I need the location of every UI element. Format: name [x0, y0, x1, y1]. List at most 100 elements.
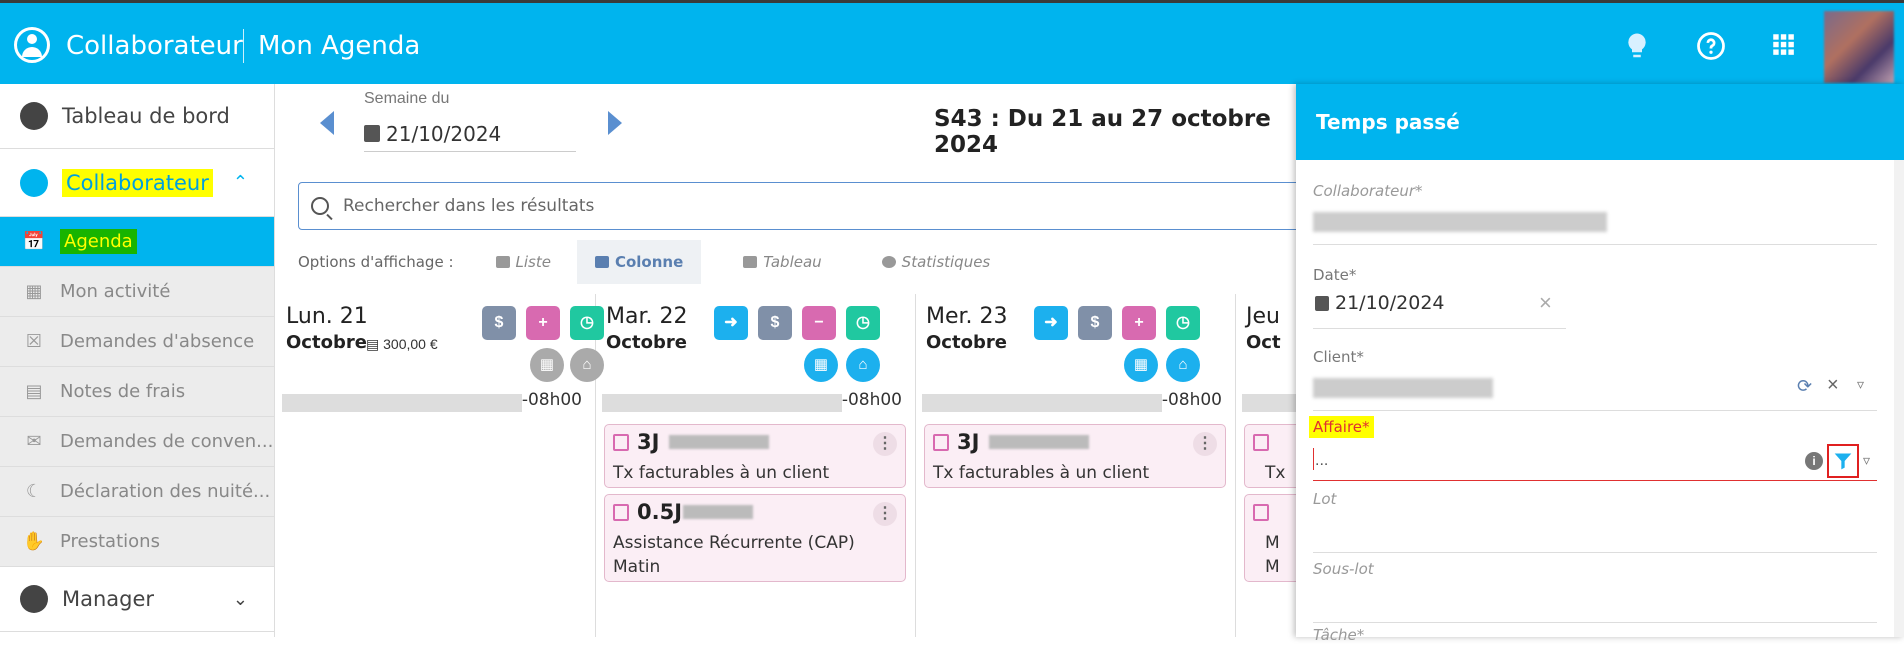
- activity-card[interactable]: 3J ⋮ Tx facturables à un client: [924, 424, 1226, 488]
- avatar[interactable]: [1824, 11, 1894, 83]
- card-description: MM: [1265, 531, 1280, 579]
- search-input[interactable]: Rechercher dans les résultats: [298, 182, 1308, 230]
- card-description: Tx facturables à un client: [613, 463, 830, 483]
- card-line: M: [1265, 533, 1280, 553]
- add-hours-button[interactable]: $: [482, 306, 516, 340]
- add-hours-button[interactable]: $: [758, 306, 792, 340]
- calendar-icon: 📅: [22, 230, 46, 252]
- office-icon[interactable]: ▦: [530, 348, 564, 382]
- home-icon[interactable]: ⌂: [1166, 348, 1200, 382]
- add-hours-button[interactable]: $: [1078, 306, 1112, 340]
- option-tableau[interactable]: Tableau: [725, 240, 839, 284]
- day-amount: ▤ 300,00 €: [366, 336, 438, 352]
- sidebar-item-demandes-convention[interactable]: ✉ Demandes de conven...: [0, 417, 274, 467]
- info-icon[interactable]: i: [1805, 452, 1823, 470]
- week-date-field[interactable]: 21/10/2024: [364, 116, 576, 152]
- sidebar-item-prestations[interactable]: ✋ Prestations: [0, 517, 274, 567]
- activity-card[interactable]: 3J ⋮ Tx facturables à un client: [604, 424, 906, 488]
- sidebar-item-declaration-nuitees[interactable]: ☾ Déclaration des nuité...: [0, 467, 274, 517]
- clear-date-icon[interactable]: ×: [1539, 290, 1552, 316]
- field-underline: [1313, 552, 1877, 553]
- chevron-down-icon[interactable]: ⌄: [233, 589, 248, 610]
- affaire-field[interactable]: Affaire* ... i ▿: [1309, 416, 1877, 481]
- sidebar-item-label: Tableau de bord: [62, 104, 230, 128]
- option-statistiques[interactable]: Statistiques: [864, 240, 1009, 284]
- chat-icon: ✉: [26, 430, 42, 452]
- day-month: Octobre: [606, 332, 687, 353]
- sidebar-item-tableau-de-bord[interactable]: Tableau de bord: [0, 84, 274, 149]
- more-options-icon[interactable]: ⋮: [873, 432, 897, 456]
- office-icon[interactable]: ▦: [1124, 348, 1158, 382]
- week-period-title: S43 : Du 21 au 27 octobre 2024: [934, 106, 1271, 158]
- option-colonne[interactable]: Colonne: [576, 240, 702, 284]
- field-label: Client*: [1313, 348, 1364, 366]
- filter-button[interactable]: [1827, 444, 1859, 478]
- login-button[interactable]: ➜: [1034, 306, 1068, 340]
- lightbulb-icon[interactable]: [1622, 31, 1652, 61]
- user-circle-icon[interactable]: [14, 27, 50, 63]
- table-icon: [743, 256, 758, 268]
- office-icon[interactable]: ▦: [804, 348, 838, 382]
- help-icon[interactable]: [1696, 31, 1726, 61]
- apps-grid-icon[interactable]: [1768, 31, 1798, 61]
- field-underline: [1313, 622, 1877, 623]
- pie-chart-icon: [881, 256, 896, 268]
- home-icon[interactable]: ⌂: [846, 348, 880, 382]
- panel-scrollbar[interactable]: [1894, 160, 1904, 637]
- calendar-clock-icon: ▦: [25, 280, 43, 302]
- clear-client-icon[interactable]: ×: [1827, 374, 1839, 397]
- date-field[interactable]: Date* 21/10/2024 ×: [1313, 266, 1877, 329]
- sidebar-item-label: Manager: [62, 587, 155, 611]
- activity-card[interactable]: Tx: [1244, 424, 1296, 488]
- sidebar-item-collaborateur[interactable]: Collaborateur ⌃: [0, 149, 274, 217]
- lot-field[interactable]: Lot: [1313, 490, 1877, 553]
- tache-field[interactable]: Tâche*: [1313, 626, 1877, 646]
- login-button[interactable]: ➜: [714, 306, 748, 340]
- activity-card[interactable]: MM: [1244, 494, 1296, 582]
- receipt-icon: ▤: [25, 380, 43, 402]
- more-options-icon[interactable]: ⋮: [873, 502, 897, 526]
- redacted-value: [1313, 378, 1493, 398]
- field-label: Lot: [1313, 490, 1337, 508]
- activity-card[interactable]: 0.5J ⋮ Assistance Récurrente (CAP) Matin: [604, 494, 906, 582]
- option-label: Statistiques: [901, 253, 991, 271]
- amount-value: 300,00 €: [383, 336, 438, 352]
- progress-bar: [282, 394, 522, 412]
- chevron-up-icon[interactable]: ⌃: [233, 172, 248, 193]
- search-icon: [311, 197, 329, 215]
- next-week-button[interactable]: [608, 111, 622, 135]
- card-line: M: [1265, 557, 1280, 577]
- sidebar-item-agenda[interactable]: 📅 Agenda: [0, 217, 274, 267]
- main-content: Semaine du 21/10/2024 S43 : Du 21 au 27 …: [276, 84, 1308, 637]
- previous-week-button[interactable]: [320, 111, 334, 135]
- sous-lot-field[interactable]: Sous-lot: [1313, 560, 1877, 623]
- card-duration: 0.5J: [637, 500, 683, 524]
- add-absence-button[interactable]: +: [526, 306, 560, 340]
- card-duration: 3J: [957, 430, 980, 454]
- search-placeholder: Rechercher dans les résultats: [343, 196, 595, 216]
- dropdown-arrow-icon[interactable]: ▿: [1857, 376, 1864, 393]
- redacted-client: [683, 505, 753, 519]
- refresh-icon[interactable]: ⟳: [1797, 376, 1812, 397]
- option-liste[interactable]: Liste: [478, 240, 569, 284]
- sidebar-item-manager[interactable]: Manager ⌄: [0, 567, 274, 632]
- temps-passe-panel: Temps passé Collaborateur* Date* 21/10/2…: [1296, 84, 1904, 644]
- day-progress: [1242, 390, 1296, 412]
- more-options-icon[interactable]: ⋮: [1193, 432, 1217, 456]
- collaborateur-field[interactable]: Collaborateur*: [1313, 182, 1877, 245]
- display-options: Options d'affichage : Liste Colonne Tabl…: [298, 240, 1008, 284]
- panel-title: Temps passé: [1296, 84, 1904, 160]
- add-absence-button[interactable]: −: [802, 306, 836, 340]
- hours-remaining: -08h00: [521, 390, 582, 410]
- dropdown-arrow-icon[interactable]: ▿: [1863, 452, 1870, 469]
- text-cursor: [1313, 448, 1314, 470]
- sidebar-item-mon-activite[interactable]: ▦ Mon activité: [0, 267, 274, 317]
- add-time-button[interactable]: ◷: [1166, 306, 1200, 340]
- client-field[interactable]: Client* ⟳ × ▿: [1313, 348, 1877, 411]
- card-description: Assistance Récurrente (CAP) Matin: [613, 531, 855, 579]
- add-time-button[interactable]: ◷: [846, 306, 880, 340]
- sidebar-item-demandes-absence[interactable]: ☒ Demandes d'absence: [0, 317, 274, 367]
- add-absence-button[interactable]: +: [1122, 306, 1156, 340]
- sidebar-item-notes-de-frais[interactable]: ▤ Notes de frais: [0, 367, 274, 417]
- list-icon: [495, 256, 510, 268]
